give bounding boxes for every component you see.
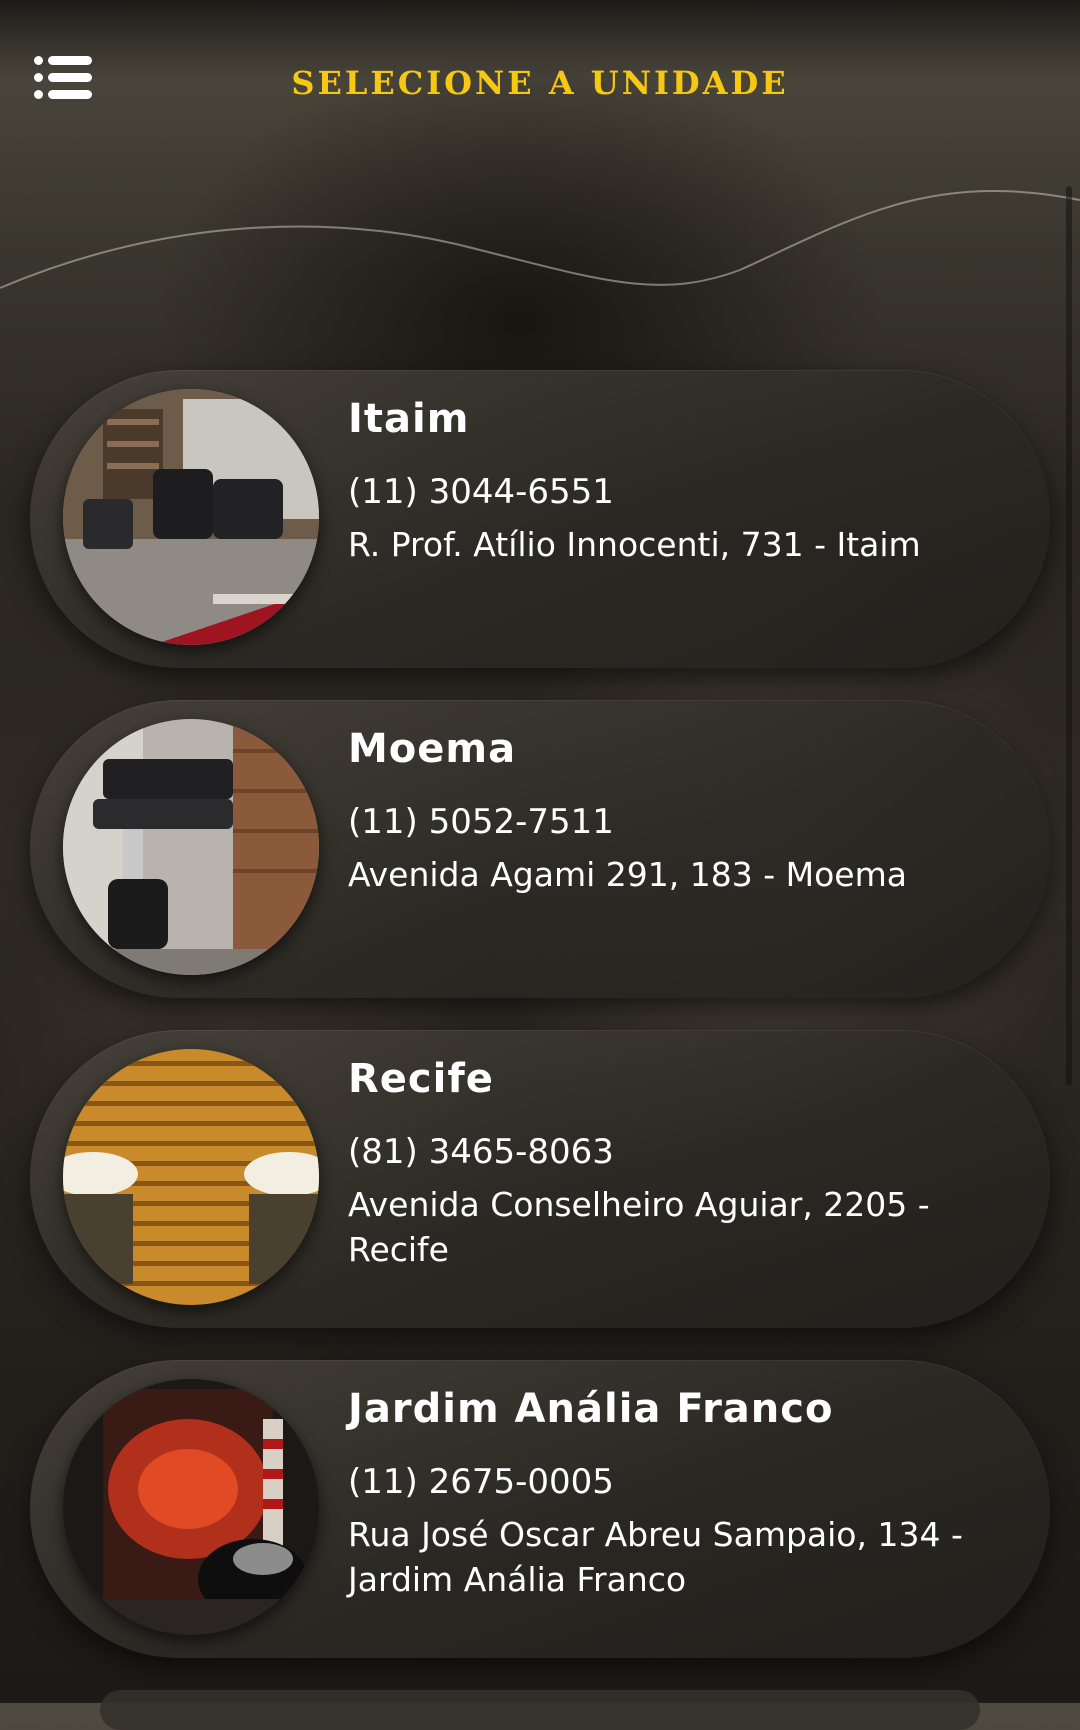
unit-address: Rua José Oscar Abreu Sampaio, 134 - Jard…: [348, 1515, 963, 1599]
unit-card-itaim[interactable]: Itaim (11) 3044-6551 R. Prof. Atílio Inn…: [30, 370, 1050, 668]
unit-name: Recife: [348, 1056, 494, 1102]
unit-list: Itaim (11) 3044-6551 R. Prof. Atílio Inn…: [30, 370, 1050, 1690]
decorative-wave: [0, 189, 1080, 289]
unit-card-recife[interactable]: Recife (81) 3465-8063 Avenida Conselheir…: [30, 1030, 1050, 1328]
unit-photo-moema: [63, 719, 319, 975]
unit-name: Jardim Anália Franco: [348, 1386, 834, 1432]
unit-card-jardim-analia-franco[interactable]: Jardim Anália Franco (11) 2675-0005 Rua …: [30, 1360, 1050, 1658]
unit-phone: (11) 2675-0005: [348, 1462, 614, 1502]
page-title: SELECIONE A UNIDADE: [291, 64, 789, 102]
menu-button[interactable]: [34, 56, 92, 100]
unit-address: Avenida Conselheiro Aguiar, 2205 - Recif…: [348, 1185, 930, 1269]
scrollbar[interactable]: [1066, 186, 1072, 1086]
app-header: SELECIONE A UNIDADE: [0, 0, 1080, 170]
unit-photo-recife: [63, 1049, 319, 1305]
unit-name: Moema: [348, 726, 517, 772]
unit-name: Itaim: [348, 396, 470, 442]
unit-address: Avenida Agami 291, 183 - Moema: [348, 855, 907, 894]
unit-photo-itaim: [63, 389, 319, 645]
next-unit-card-partial[interactable]: [100, 1690, 980, 1730]
unit-address: R. Prof. Atílio Innocenti, 731 - Itaim: [348, 525, 921, 564]
unit-phone: (11) 3044-6551: [348, 472, 614, 512]
unit-card-moema[interactable]: Moema (11) 5052-7511 Avenida Agami 291, …: [30, 700, 1050, 998]
unit-photo-jardim-analia-franco: [63, 1379, 319, 1635]
unit-phone: (11) 5052-7511: [348, 802, 614, 842]
unit-phone: (81) 3465-8063: [348, 1132, 614, 1172]
